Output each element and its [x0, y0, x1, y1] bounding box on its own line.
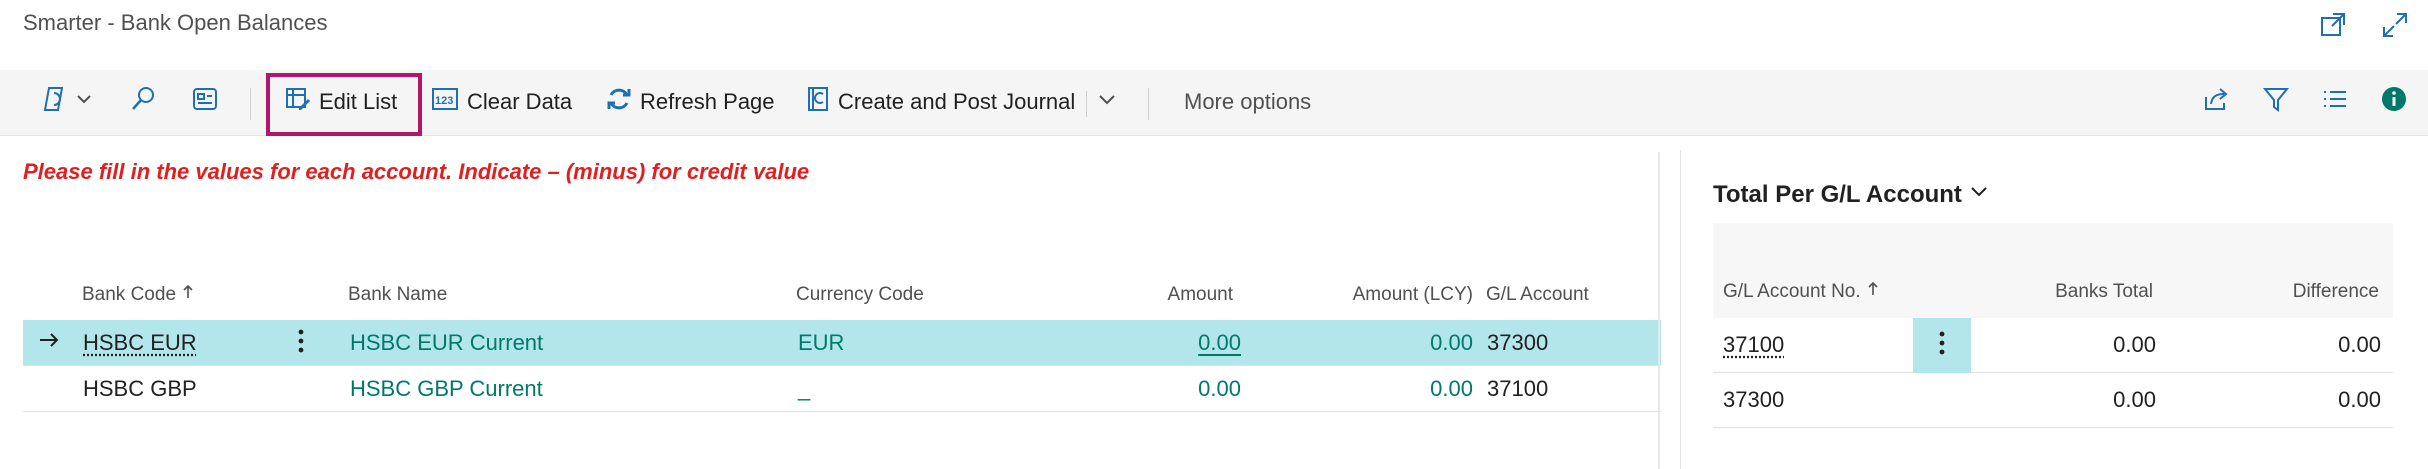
currency-code-cell[interactable]: _ [798, 376, 810, 402]
create-post-journal-label: Create and Post Journal [838, 89, 1076, 114]
svg-text:123: 123 [435, 95, 453, 107]
list-view-button[interactable] [2321, 84, 2349, 120]
page-view-button[interactable] [190, 84, 220, 120]
journal-icon [806, 86, 830, 118]
row-actions-icon [1936, 328, 1948, 363]
toolbar-separator [250, 88, 251, 120]
gl-account-no-cell[interactable]: 37100 [1723, 332, 1784, 358]
search-icon [128, 84, 158, 120]
table-row[interactable]: 37100 0.00 0.00 [1713, 318, 2393, 373]
amount-lcy-cell[interactable]: 0.00 [1273, 330, 1473, 356]
clear-data-icon: 123 [431, 86, 459, 118]
bank-balances-grid: Bank Code Bank Name Currency Code Amount… [23, 270, 1661, 412]
sort-ascending-icon [181, 284, 195, 305]
table-row[interactable]: HSBC EUR HSBC EUR Current EUR 0.00 0.00 … [23, 320, 1661, 366]
banks-total-cell: 0.00 [2113, 387, 2156, 412]
column-header-bank-code[interactable]: Bank Code [82, 284, 195, 306]
gl-account-cell: 37100 [1487, 376, 1549, 401]
gl-account-totals-grid: G/L Account No. Banks Total Difference 3… [1713, 223, 2393, 428]
clear-data-label: Clear Data [467, 89, 573, 114]
sort-ascending-icon [1866, 281, 1880, 302]
title-bar: Smarter - Bank Open Balances [0, 0, 2428, 70]
refresh-icon [606, 86, 632, 118]
page-view-icon [190, 84, 220, 120]
column-header-amount[interactable]: Amount [1053, 284, 1233, 306]
column-header-currency-code[interactable]: Currency Code [796, 284, 924, 306]
total-per-gl-account-panel: Total Per G/L Account G/L Account No. Ba… [1680, 150, 2425, 469]
column-header-banks-total[interactable]: Banks Total [2013, 281, 2153, 303]
banks-total-cell: 0.00 [2113, 332, 2156, 357]
row-actions-icon[interactable] [295, 326, 307, 362]
amount-cell[interactable]: 0.00 [1053, 330, 1241, 356]
pane-divider[interactable] [1658, 152, 1660, 469]
column-header-gl-account-no[interactable]: G/L Account No. [1723, 281, 1880, 303]
filter-icon [2262, 85, 2290, 119]
create-post-journal-dropdown[interactable] [1096, 84, 1118, 120]
refresh-page-button[interactable]: Refresh Page [606, 84, 775, 120]
share-button[interactable] [2202, 84, 2230, 120]
difference-cell: 0.00 [2338, 332, 2381, 357]
column-header-difference[interactable]: Difference [2233, 281, 2379, 303]
create-post-journal-button[interactable]: Create and Post Journal [806, 84, 1075, 120]
table-row[interactable]: HSBC GBP HSBC GBP Current _ 0.00 0.00 37… [23, 366, 1661, 412]
copilot-button[interactable] [40, 84, 94, 120]
clear-data-button[interactable]: 123 Clear Data [431, 84, 572, 120]
chevron-down-icon [1962, 180, 1990, 209]
table-row[interactable]: 37300 0.00 0.00 [1713, 373, 2393, 428]
grid-header: Bank Code Bank Name Currency Code Amount… [23, 270, 1661, 320]
chevron-down-icon [74, 89, 94, 115]
chevron-down-icon [1096, 88, 1118, 116]
share-icon [2202, 85, 2230, 119]
bank-code-cell[interactable]: HSBC GBP [83, 376, 197, 402]
difference-cell: 0.00 [2338, 387, 2381, 412]
column-header-gl-account[interactable]: G/L Account [1486, 284, 1589, 306]
popout-icon[interactable] [2318, 10, 2348, 40]
page-title: Smarter - Bank Open Balances [23, 10, 328, 35]
copilot-icon [40, 84, 70, 120]
bank-name-cell[interactable]: HSBC EUR Current [350, 330, 543, 356]
currency-code-cell[interactable]: EUR [798, 330, 844, 356]
info-icon [2380, 85, 2408, 119]
instruction-text: Please fill in the values for each accou… [23, 159, 810, 184]
list-icon [2321, 85, 2349, 119]
filter-button[interactable] [2262, 84, 2290, 120]
main-content: Please fill in the values for each accou… [0, 137, 1680, 469]
toolbar-separator [1148, 88, 1149, 120]
row-selected-arrow-icon [37, 328, 61, 358]
amount-cell[interactable]: 0.00 [1053, 376, 1241, 402]
panel-title[interactable]: Total Per G/L Account [1713, 180, 1990, 209]
column-header-bank-name[interactable]: Bank Name [348, 284, 447, 306]
more-options-button[interactable]: More options [1184, 84, 1311, 120]
expand-icon[interactable] [2380, 10, 2410, 40]
gl-account-cell: 37300 [1487, 330, 1549, 355]
row-actions-button[interactable] [1913, 318, 1971, 373]
panel-grid-header: G/L Account No. Banks Total Difference [1713, 223, 2393, 318]
bank-name-cell[interactable]: HSBC GBP Current [350, 376, 543, 402]
column-header-amount-lcy[interactable]: Amount (LCY) [1273, 284, 1473, 306]
refresh-page-label: Refresh Page [640, 89, 775, 114]
gl-account-no-cell[interactable]: 37300 [1723, 387, 1784, 413]
search-button[interactable] [128, 84, 158, 120]
split-separator [1086, 91, 1087, 117]
bank-code-cell[interactable]: HSBC EUR [83, 330, 197, 356]
amount-lcy-cell[interactable]: 0.00 [1273, 376, 1473, 402]
info-button[interactable] [2380, 84, 2408, 120]
edit-list-highlight [266, 73, 422, 136]
more-options-label: More options [1184, 89, 1312, 114]
